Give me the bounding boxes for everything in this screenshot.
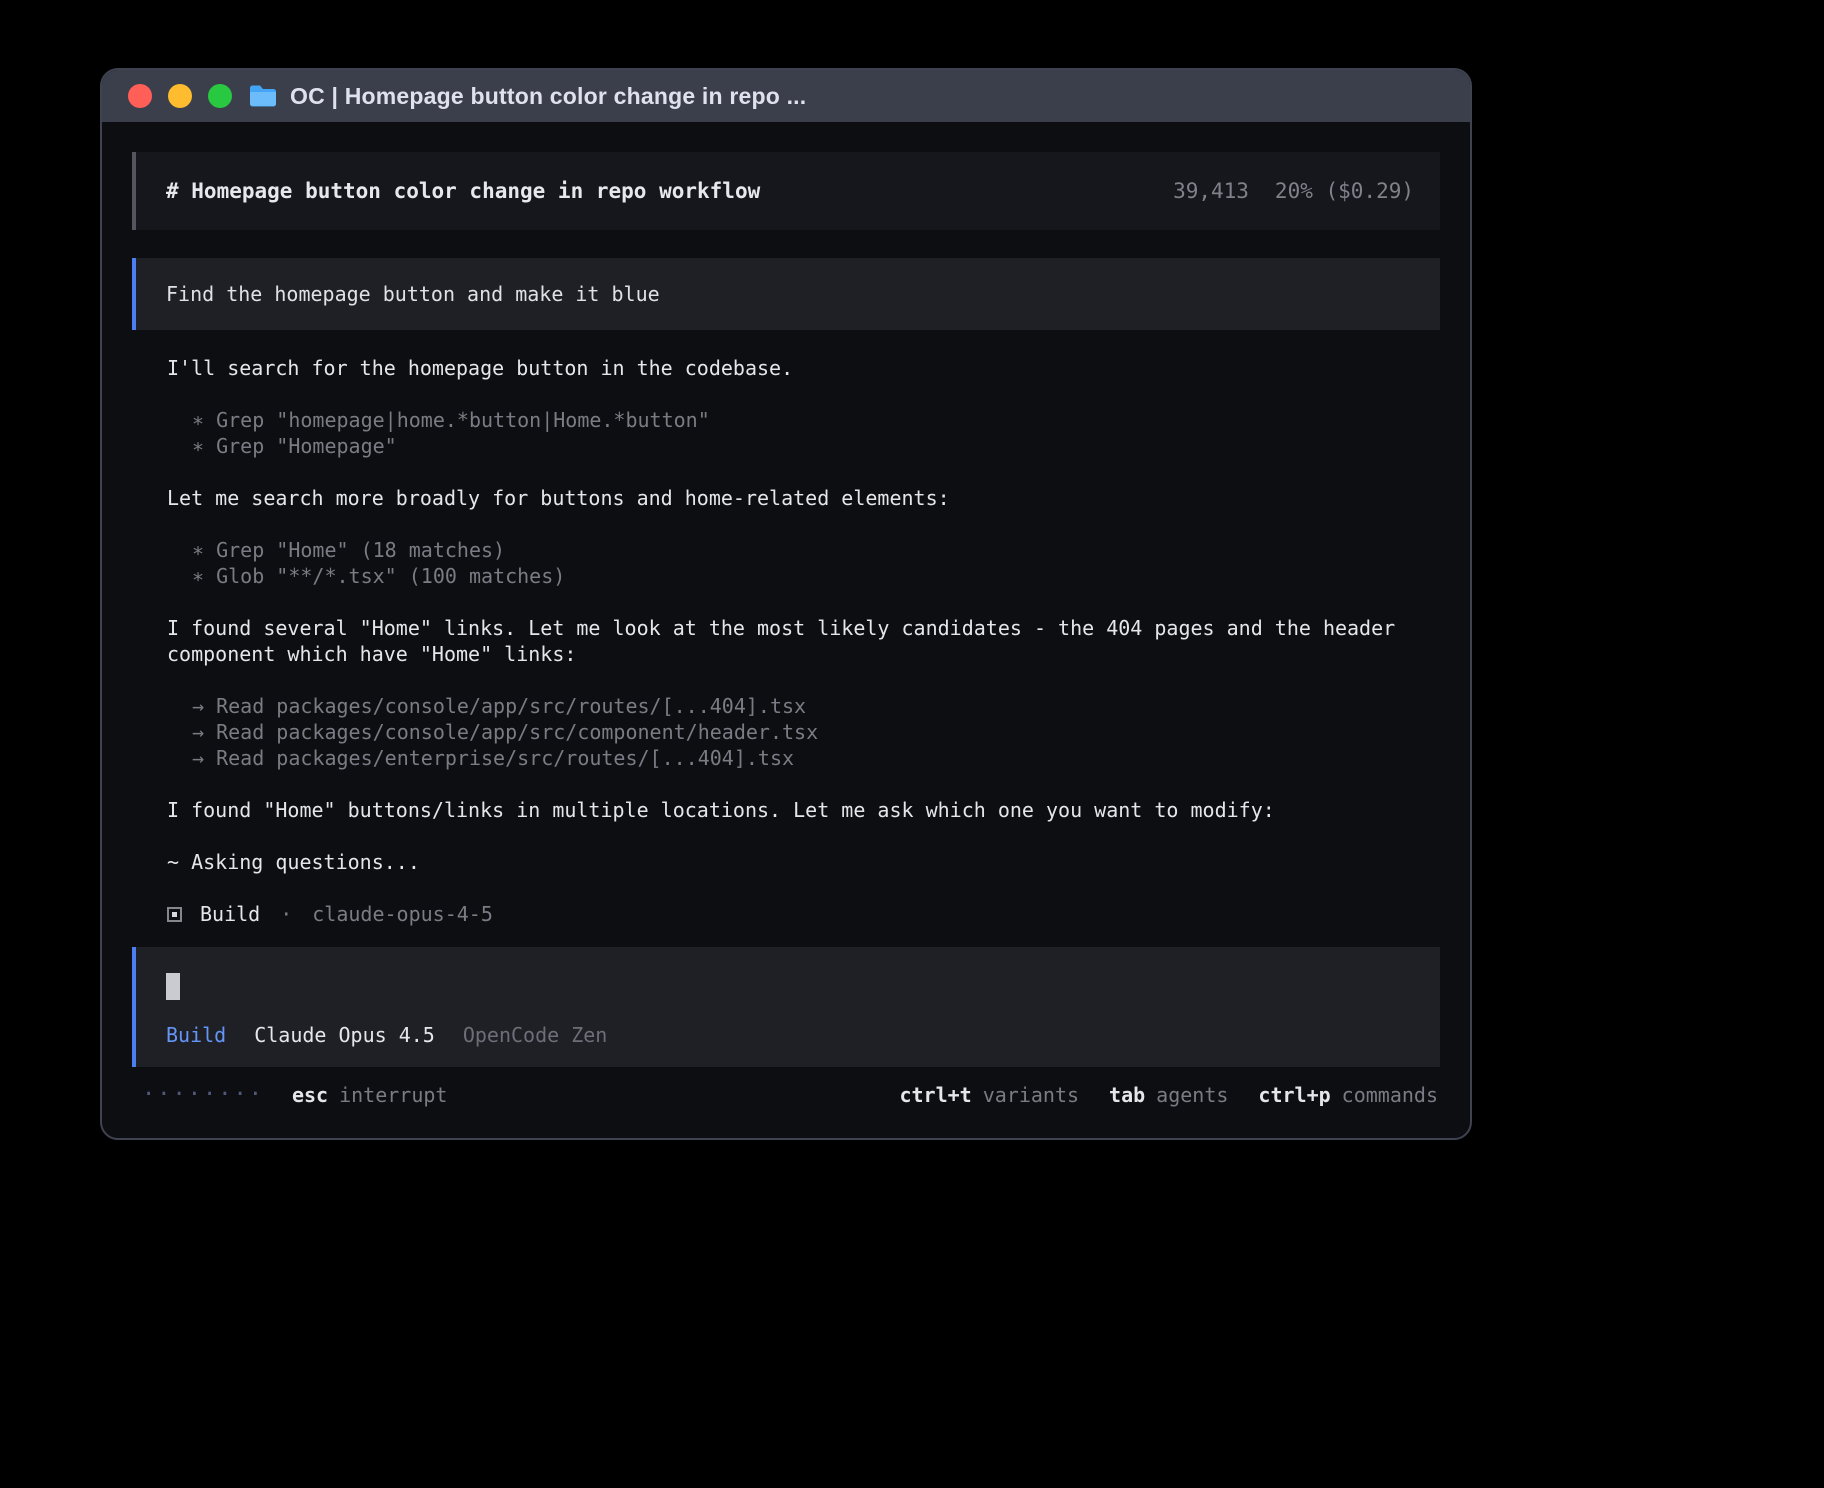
terminal-window: OC | Homepage button color change in rep… — [100, 68, 1472, 1140]
context-usage: 20% ($0.29) — [1275, 179, 1414, 203]
tool-call-grep: ∗ Grep "Home" (18 matches) — [167, 537, 1405, 563]
token-count: 39,413 — [1173, 179, 1249, 203]
session-header: # Homepage button color change in repo w… — [132, 152, 1440, 230]
spinner-dots: ········ — [142, 1085, 264, 1105]
input-provider: OpenCode Zen — [463, 1023, 608, 1047]
square-dot-icon — [167, 907, 182, 922]
input-mode[interactable]: Build — [166, 1023, 226, 1047]
folder-icon — [248, 84, 278, 108]
user-message: Find the homepage button and make it blu… — [132, 258, 1440, 330]
assistant-text: I found "Home" buttons/links in multiple… — [167, 797, 1405, 823]
tool-call-read: → Read packages/console/app/src/routes/[… — [167, 693, 1405, 719]
terminal-content: # Homepage button color change in repo w… — [102, 122, 1470, 1138]
status-bar-right: ctrl+t variants tab agents ctrl+p comman… — [899, 1083, 1438, 1107]
tool-call-glob: ∗ Glob "**/*.tsx" (100 matches) — [167, 563, 1405, 589]
assistant-status: ~ Asking questions... — [167, 849, 1405, 875]
assistant-transcript: I'll search for the homepage button in t… — [132, 355, 1440, 927]
agent-model: claude-opus-4-5 — [312, 901, 493, 927]
shortcut-variants: ctrl+t variants — [899, 1083, 1079, 1107]
agent-separator: · — [280, 901, 292, 927]
minimize-button[interactable] — [168, 84, 192, 108]
tool-call-grep: ∗ Grep "Homepage" — [167, 433, 1405, 459]
agent-name: Build — [200, 901, 260, 927]
agent-row: Build · claude-opus-4-5 — [167, 901, 1405, 927]
titlebar[interactable]: OC | Homepage button color change in rep… — [102, 70, 1470, 122]
shortcut-key: esc — [292, 1083, 328, 1107]
input-meta: Build Claude Opus 4.5 OpenCode Zen — [166, 1023, 1410, 1047]
zoom-button[interactable] — [208, 84, 232, 108]
shortcut-label: interrupt — [339, 1083, 447, 1107]
shortcut-esc: esc interrupt — [292, 1083, 448, 1107]
input-model[interactable]: Claude Opus 4.5 — [254, 1023, 435, 1047]
session-title: # Homepage button color change in repo w… — [166, 179, 760, 203]
shortcut-key: ctrl+t — [899, 1083, 971, 1107]
assistant-text: Let me search more broadly for buttons a… — [167, 485, 1405, 511]
window-title: OC | Homepage button color change in rep… — [290, 83, 806, 110]
assistant-text: I'll search for the homepage button in t… — [167, 355, 1405, 381]
shortcut-label: agents — [1156, 1083, 1228, 1107]
tool-call-grep: ∗ Grep "homepage|home.*button|Home.*butt… — [167, 407, 1405, 433]
close-button[interactable] — [128, 84, 152, 108]
shortcut-label: variants — [983, 1083, 1079, 1107]
user-message-text: Find the homepage button and make it blu… — [166, 282, 660, 306]
shortcut-key: tab — [1109, 1083, 1145, 1107]
shortcut-agents: tab agents — [1109, 1083, 1228, 1107]
tool-call-read: → Read packages/enterprise/src/routes/[.… — [167, 745, 1405, 771]
status-bar: ········ esc interrupt ctrl+t variants t… — [132, 1083, 1440, 1107]
session-stats: 39,413 20% ($0.29) — [1173, 179, 1414, 203]
status-bar-left: ········ esc interrupt — [142, 1083, 447, 1107]
shortcut-commands: ctrl+p commands — [1258, 1083, 1438, 1107]
window-controls — [128, 84, 232, 108]
shortcut-key: ctrl+p — [1258, 1083, 1330, 1107]
prompt-input[interactable]: Build Claude Opus 4.5 OpenCode Zen — [132, 947, 1440, 1067]
tool-call-read: → Read packages/console/app/src/componen… — [167, 719, 1405, 745]
shortcut-label: commands — [1342, 1083, 1438, 1107]
text-cursor — [166, 973, 180, 1000]
assistant-text: I found several "Home" links. Let me loo… — [167, 615, 1405, 667]
